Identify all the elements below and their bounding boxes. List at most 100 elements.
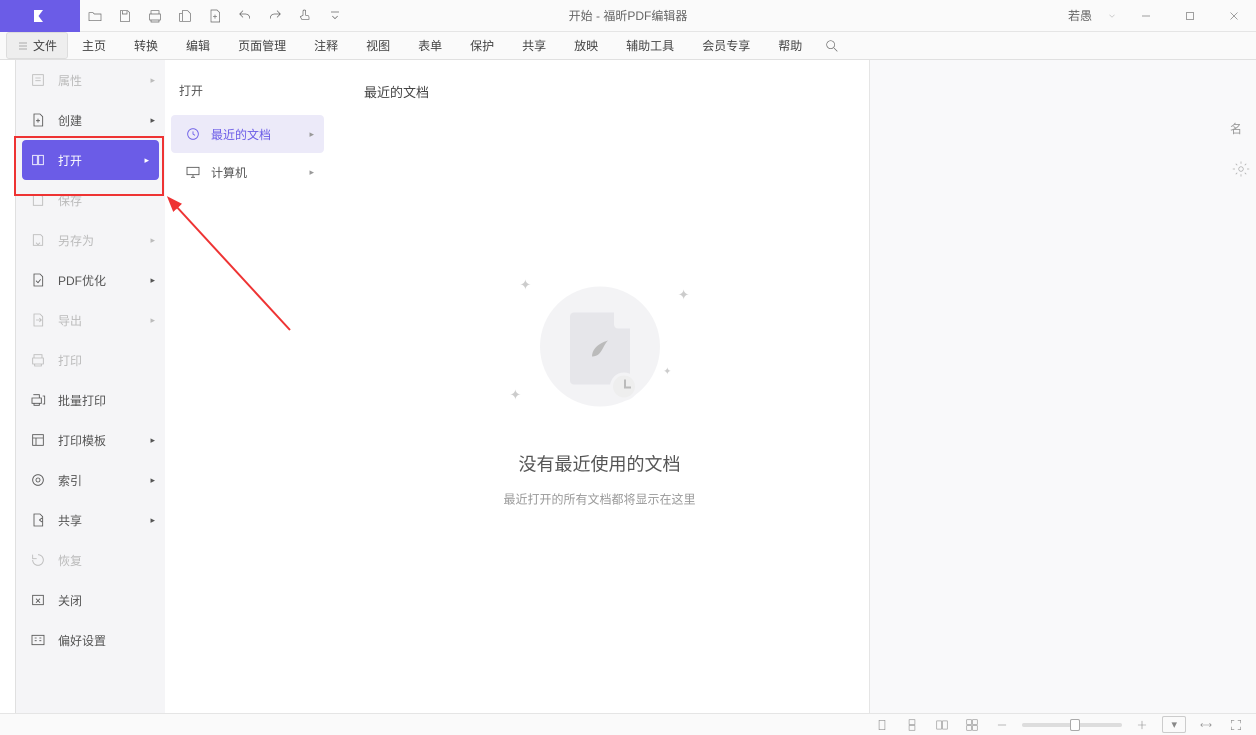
touch-icon[interactable] — [290, 0, 320, 32]
chevron-right-icon: ▸ — [150, 475, 155, 486]
gear-icon[interactable] — [1232, 160, 1250, 178]
file-menu-export[interactable]: 导出 ▸ — [16, 300, 165, 340]
index-icon — [30, 472, 46, 488]
file-menu-close[interactable]: 关闭 — [16, 580, 165, 620]
file-menu-label: 恢复 — [58, 552, 82, 569]
file-menu-saveas[interactable]: 另存为▸ — [16, 220, 165, 260]
tab-present[interactable]: 放映 — [574, 37, 598, 54]
app-logo — [0, 0, 80, 32]
fullscreen-icon[interactable] — [1226, 716, 1246, 734]
file-menu-label: PDF优化 — [58, 272, 106, 289]
close-button[interactable] — [1212, 0, 1256, 32]
view-single-icon[interactable] — [872, 716, 892, 734]
chevron-right-icon: ▸ — [150, 75, 155, 86]
print-icon[interactable] — [140, 0, 170, 32]
file-menu-print[interactable]: 打印 — [16, 340, 165, 380]
recent-docs-title: 最近的文档 — [330, 60, 869, 101]
chevron-right-icon: ▸ — [150, 275, 155, 286]
zoom-in-icon[interactable] — [1132, 716, 1152, 734]
file-menu-index[interactable]: 索引▸ — [16, 460, 165, 500]
print-icon — [30, 352, 46, 368]
batch-print-icon — [30, 392, 46, 408]
computer-icon — [185, 164, 201, 180]
chevron-right-icon: ▸ — [150, 435, 155, 446]
file-menu-label: 属性 — [58, 72, 82, 89]
view-two-page-icon[interactable] — [932, 716, 952, 734]
user-dropdown-icon[interactable] — [1100, 11, 1124, 21]
open-recent-docs[interactable]: 最近的文档 ▸ — [171, 115, 324, 153]
zoom-slider-thumb[interactable] — [1070, 719, 1080, 731]
zoom-slider[interactable] — [1022, 723, 1122, 727]
qat-dropdown-icon[interactable] — [320, 0, 350, 32]
tab-forms[interactable]: 表单 — [418, 37, 442, 54]
file-menu-open[interactable]: 打开▸ — [22, 140, 159, 180]
open-folder-icon[interactable] — [80, 0, 110, 32]
optimize-icon — [30, 272, 46, 288]
open-sub-panel: 打开 最近的文档 ▸ 计算机 ▸ — [165, 60, 330, 713]
page-copy-icon[interactable] — [170, 0, 200, 32]
file-menu-label: 偏好设置 — [58, 632, 106, 649]
file-tab-label: 文件 — [33, 37, 57, 54]
file-menu-save[interactable]: 保存 — [16, 180, 165, 220]
maximize-button[interactable] — [1168, 0, 1212, 32]
template-icon — [30, 432, 46, 448]
open-sub-title: 打开 — [165, 60, 330, 115]
recover-icon — [30, 552, 46, 568]
file-menu-batch-print[interactable]: 批量打印 — [16, 380, 165, 420]
file-menu-recover[interactable]: 恢复 — [16, 540, 165, 580]
empty-subtext: 最近打开的所有文档都将显示在这里 — [503, 490, 695, 507]
properties-icon — [30, 72, 46, 88]
tab-page-manage[interactable]: 页面管理 — [238, 37, 286, 54]
tab-annotate[interactable]: 注释 — [314, 37, 338, 54]
tab-protect[interactable]: 保护 — [470, 37, 494, 54]
file-menu-label: 共享 — [58, 512, 82, 529]
file-menu-share[interactable]: 共享 ▸ — [16, 500, 165, 540]
view-continuous-icon[interactable] — [902, 716, 922, 734]
empty-heading: 没有最近使用的文档 — [503, 450, 695, 476]
file-menu-print-template[interactable]: 打印模板▸ — [16, 420, 165, 460]
tab-share[interactable]: 共享 — [522, 37, 546, 54]
file-menu-optimize[interactable]: PDF优化 ▸ — [16, 260, 165, 300]
file-menu-sidebar: 属性▸ 创建▸ 打开▸ 保存 另存为▸ PDF优化▸ 导出▸ 打印 批量打印 打… — [15, 60, 165, 713]
tab-home[interactable]: 主页 — [82, 37, 106, 54]
chevron-right-icon: ▸ — [150, 515, 155, 526]
page-add-icon[interactable] — [200, 0, 230, 32]
undo-icon[interactable] — [230, 0, 260, 32]
user-name[interactable]: 若愚 — [1068, 7, 1092, 24]
share-icon — [30, 512, 46, 528]
tab-member[interactable]: 会员专享 — [702, 37, 750, 54]
zoom-value-box[interactable]: ▾ — [1162, 716, 1186, 733]
chevron-right-icon: ▸ — [150, 315, 155, 326]
file-tab[interactable]: 文件 — [6, 32, 68, 59]
save-icon — [30, 192, 46, 208]
file-menu-create[interactable]: 创建▸ — [16, 100, 165, 140]
tab-tools[interactable]: 辅助工具 — [626, 37, 674, 54]
search-icon[interactable] — [822, 36, 842, 56]
tab-edit[interactable]: 编辑 — [186, 37, 210, 54]
export-icon — [30, 312, 46, 328]
open-sub-label: 最近的文档 — [211, 126, 271, 143]
redo-icon[interactable] — [260, 0, 290, 32]
saveas-icon — [30, 232, 46, 248]
chevron-right-icon: ▸ — [144, 155, 149, 166]
tab-help[interactable]: 帮助 — [778, 37, 802, 54]
zoom-out-icon[interactable] — [992, 716, 1012, 734]
tab-view[interactable]: 视图 — [366, 37, 390, 54]
file-menu-preferences[interactable]: 偏好设置 — [16, 620, 165, 660]
file-menu-label: 打印 — [58, 352, 82, 369]
view-two-continuous-icon[interactable] — [962, 716, 982, 734]
open-sub-label: 计算机 — [211, 164, 247, 181]
file-menu-label: 另存为 — [58, 232, 94, 249]
quick-access-toolbar — [80, 0, 350, 31]
minimize-button[interactable] — [1124, 0, 1168, 32]
open-icon — [30, 152, 46, 168]
preferences-icon — [30, 632, 46, 648]
fit-width-icon[interactable] — [1196, 716, 1216, 734]
file-menu-label: 关闭 — [58, 592, 82, 609]
open-computer[interactable]: 计算机 ▸ — [171, 153, 324, 191]
file-menu-properties[interactable]: 属性 ▸ — [16, 60, 165, 100]
file-menu-label: 导出 — [58, 312, 82, 329]
tab-convert[interactable]: 转换 — [134, 37, 158, 54]
file-menu-label: 创建 — [58, 112, 82, 129]
save-icon[interactable] — [110, 0, 140, 32]
